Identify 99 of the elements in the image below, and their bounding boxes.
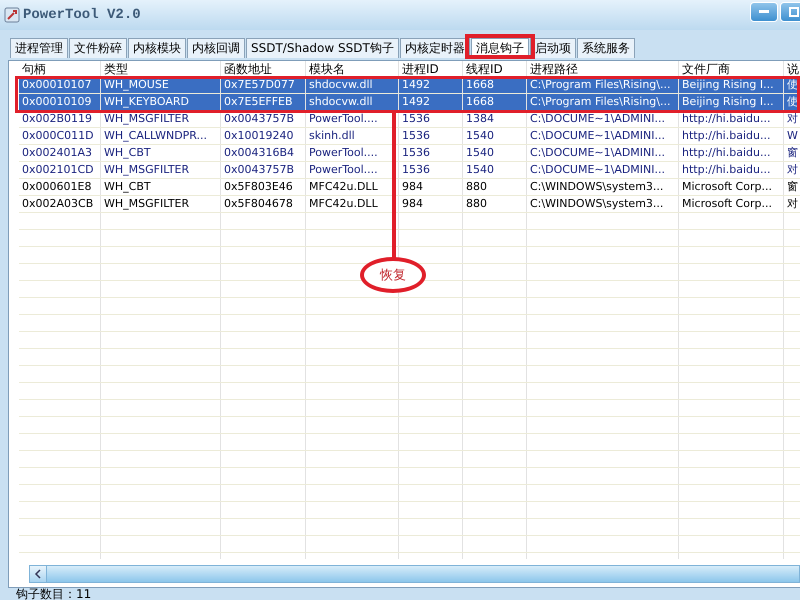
table-cell: WH_MSGFILTER <box>101 111 221 127</box>
tab[interactable]: 启动项 <box>530 38 576 58</box>
column-header[interactable]: 线程ID <box>463 61 527 77</box>
table-cell: WH_MOUSE <box>101 77 221 93</box>
tab[interactable]: SSDT/Shadow SSDT钩子 <box>246 38 399 58</box>
table-cell: 0x002B0119 <box>19 111 101 127</box>
table-cell: 1536 <box>399 111 463 127</box>
table-cell: 984 <box>399 196 463 212</box>
table-cell: 使 <box>784 77 800 93</box>
table-cell: 0x002101CD <box>19 162 101 178</box>
table-cell: W <box>784 128 800 144</box>
table-cell: 1492 <box>399 94 463 110</box>
table-cell: http://hi.baidu... <box>679 145 784 161</box>
table-cell: Microsoft Corp... <box>679 179 784 195</box>
tab[interactable]: 内核回调 <box>187 38 245 58</box>
table-cell: shdocvw.dll <box>306 94 399 110</box>
tab[interactable]: 文件粉碎 <box>69 38 127 58</box>
table-cell: http://hi.baidu... <box>679 162 784 178</box>
table-cell: 0x000C011D <box>19 128 101 144</box>
table-cell: 0x0043757B <box>221 162 306 178</box>
column-header[interactable]: 进程ID <box>399 61 463 77</box>
table-cell: http://hi.baidu... <box>679 128 784 144</box>
table-cell: 880 <box>463 179 527 195</box>
table-row[interactable]: 0x000C011D WH_CALLWNDPR... 0x10019240 skinh.dll 1536 1540 C:\DOCUME~1\ADMINI... http://hi.baidu... W <box>19 128 800 145</box>
table-cell: 0x5F803E46 <box>221 179 306 195</box>
table-row[interactable]: 0x00010109 WH_KEYBOARD 0x7E5EFFEB shdocvw.dll 1492 1668 C:\Program Files\Rising\... Beijing Rising I... 使 <box>19 94 800 111</box>
table-cell: Beijing Rising I... <box>679 94 784 110</box>
table-cell: WH_CALLWNDPR... <box>101 128 221 144</box>
tab[interactable]: 内核定时器 <box>400 38 470 58</box>
table-cell: 880 <box>463 196 527 212</box>
table-cell: 984 <box>399 179 463 195</box>
table-cell: WH_CBT <box>101 179 221 195</box>
table-cell: C:\DOCUME~1\ADMINI... <box>527 128 679 144</box>
table-cell: http://hi.baidu... <box>679 111 784 127</box>
table-cell: C:\Program Files\Rising\... <box>527 94 679 110</box>
table-cell: 0x00010109 <box>19 94 101 110</box>
highlight-rectangle <box>465 34 535 59</box>
table-cell: 0x002A03CB <box>19 196 101 212</box>
table-cell: C:\WINDOWS\system3... <box>527 196 679 212</box>
table-row[interactable]: 0x002401A3 WH_CBT 0x004316B4 PowerTool.... 1536 1540 C:\DOCUME~1\ADMINI... http://hi.baidu... 窗 <box>19 145 800 162</box>
table-cell: 0x7E5EFFEB <box>221 94 306 110</box>
table-cell: WH_MSGFILTER <box>101 196 221 212</box>
minimize-button[interactable] <box>750 2 778 22</box>
column-header[interactable]: 说 <box>784 61 800 77</box>
table-cell: C:\WINDOWS\system3... <box>527 179 679 195</box>
window-title: PowerTool V2.0 <box>23 7 141 23</box>
table-row[interactable]: 0x002101CD WH_MSGFILTER 0x0043757B PowerTool.... 1536 1540 C:\DOCUME~1\ADMINI... http://hi.baidu... 对 <box>19 162 800 179</box>
table-row[interactable]: 0x000601E8 WH_CBT 0x5F803E46 MFC42u.DLL 984 880 C:\WINDOWS\system3... Microsoft Corp... 窗 <box>19 179 800 196</box>
table-cell: 1668 <box>463 77 527 93</box>
table-cell: 1536 <box>399 145 463 161</box>
table-row[interactable]: 0x002A03CB WH_MSGFILTER 0x5F804678 MFC42u.DLL 984 880 C:\WINDOWS\system3... Microsoft Corp... 对 <box>19 196 800 213</box>
table-cell: 1668 <box>463 94 527 110</box>
table-row[interactable]: 0x002B0119 WH_MSGFILTER 0x0043757B PowerTool.... 1536 1384 C:\DOCUME~1\ADMINI... http://hi.baidu... 对 <box>19 111 800 128</box>
table-cell: 0x10019240 <box>221 128 306 144</box>
maximize-button[interactable] <box>780 2 800 22</box>
table-cell: 0x000601E8 <box>19 179 101 195</box>
tab[interactable]: 系统服务 <box>576 38 635 58</box>
status-text: 钩子数目：11 <box>16 586 92 600</box>
table-cell: 1492 <box>399 77 463 93</box>
column-header[interactable]: 句柄 <box>19 61 101 77</box>
table-cell: C:\DOCUME~1\ADMINI... <box>527 162 679 178</box>
table-cell: 0x00010107 <box>19 77 101 93</box>
table-cell: C:\DOCUME~1\ADMINI... <box>527 145 679 161</box>
table-cell: C:\Program Files\Rising\... <box>527 77 679 93</box>
annotation-label: 恢复 <box>360 257 426 293</box>
table-cell: Beijing Rising I... <box>679 77 784 93</box>
table-cell: 对 <box>784 162 800 178</box>
table-cell: WH_CBT <box>101 145 221 161</box>
table-cell: 窗 <box>784 145 800 161</box>
table-cell: 1536 <box>399 128 463 144</box>
table-cell: 对 <box>784 196 800 212</box>
table-cell: 0x5F804678 <box>221 196 306 212</box>
table-cell: 0x004316B4 <box>221 145 306 161</box>
table-cell: 0x002401A3 <box>19 145 101 161</box>
table-cell: 1540 <box>463 145 527 161</box>
table-cell: 窗 <box>784 179 800 195</box>
wrench-icon <box>4 7 20 23</box>
table-cell: WH_MSGFILTER <box>101 162 221 178</box>
minimize-icon <box>759 10 769 14</box>
table-cell: 1384 <box>463 111 527 127</box>
tab[interactable]: 进程管理 <box>10 38 68 58</box>
column-header[interactable]: 进程路径 <box>527 61 679 77</box>
column-header[interactable]: 模块名 <box>306 61 399 77</box>
column-header[interactable]: 函数地址 <box>221 61 306 77</box>
tab[interactable]: 内核模块 <box>128 38 186 58</box>
table-cell: 0x0043757B <box>221 111 306 127</box>
table-cell: 对 <box>784 111 800 127</box>
table-cell: WH_KEYBOARD <box>101 94 221 110</box>
table-cell: 1540 <box>463 128 527 144</box>
table-cell: C:\DOCUME~1\ADMINI... <box>527 111 679 127</box>
table-cell: 使 <box>784 94 800 110</box>
table-cell: shdocvw.dll <box>306 77 399 93</box>
column-header[interactable]: 类型 <box>101 61 221 77</box>
column-header[interactable]: 文件厂商 <box>679 61 784 77</box>
table-cell: 1540 <box>463 162 527 178</box>
table-cell: 0x7E57D077 <box>221 77 306 93</box>
table-cell: Microsoft Corp... <box>679 196 784 212</box>
table-cell: 1536 <box>399 162 463 178</box>
maximize-icon <box>789 7 799 17</box>
